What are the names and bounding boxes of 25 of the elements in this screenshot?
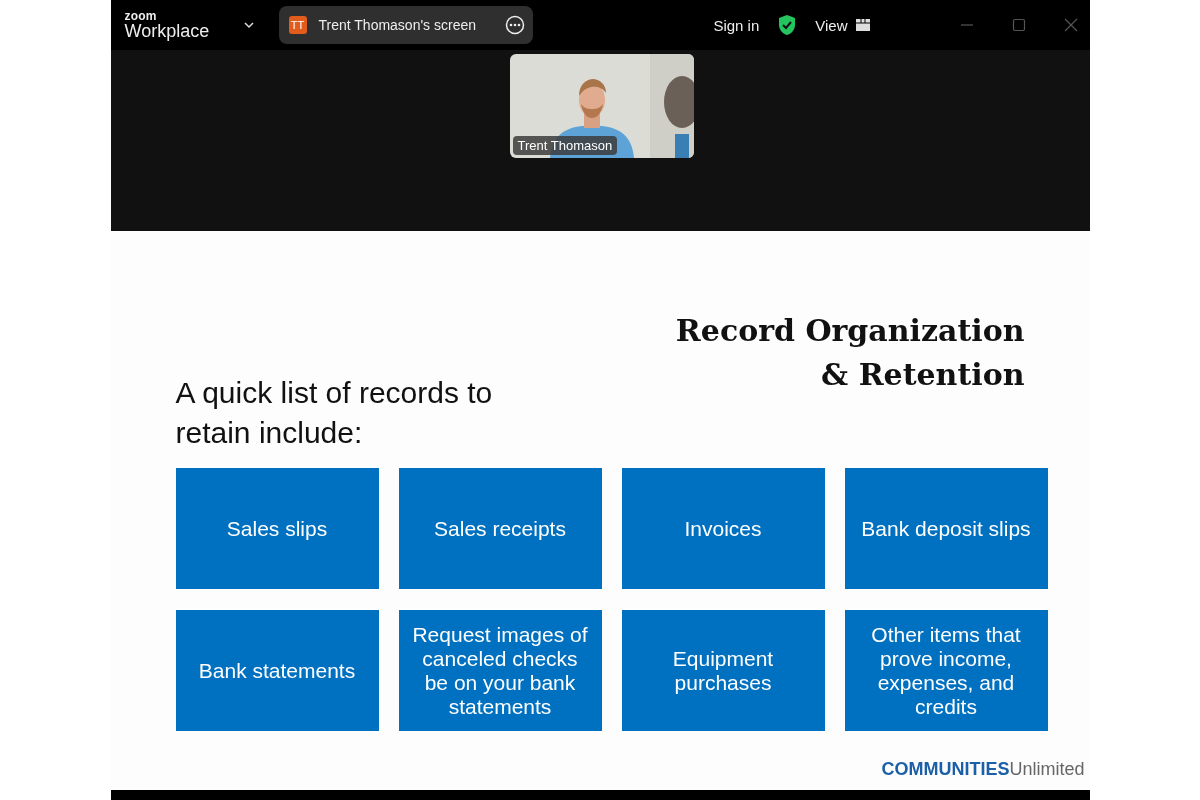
- brand-logo: COMMUNITIESUnlimited: [881, 759, 1085, 780]
- record-tile: Request images of canceled checks be on your bank statements: [398, 610, 602, 731]
- record-tile: Invoices: [621, 468, 825, 589]
- initials-avatar: TT: [288, 16, 307, 34]
- share-label: Trent Thomason's screen: [318, 17, 478, 33]
- shield-check-icon[interactable]: [777, 14, 798, 36]
- record-tile: Other items that prove income, expenses, and credits: [844, 610, 1048, 731]
- record-tile: Bank statements: [175, 610, 379, 731]
- close-icon[interactable]: [1063, 18, 1078, 32]
- record-tile: Equipment purchases: [621, 610, 825, 731]
- more-icon[interactable]: [504, 15, 525, 35]
- participant-video[interactable]: Trent Thomason: [509, 54, 694, 158]
- chevron-down-icon[interactable]: [242, 21, 255, 29]
- record-tile: Sales slips: [175, 468, 379, 589]
- maximize-icon[interactable]: [1011, 18, 1026, 32]
- grid-icon[interactable]: [855, 19, 870, 31]
- sign-in-link[interactable]: Sign in: [713, 16, 760, 34]
- app-logo: zoom Workplace: [124, 10, 211, 40]
- slide-intro: A quick list of records to retain include:: [175, 375, 494, 451]
- participant-name: Trent Thomason: [512, 136, 618, 155]
- record-tile: Sales receipts: [398, 468, 602, 589]
- view-button[interactable]: View: [815, 16, 848, 34]
- record-tile: Bank deposit slips: [844, 468, 1048, 589]
- screen-share-pill[interactable]: TT Trent Thomason's screen: [278, 6, 533, 44]
- slide-title: Record Organization & Retention: [675, 312, 1025, 394]
